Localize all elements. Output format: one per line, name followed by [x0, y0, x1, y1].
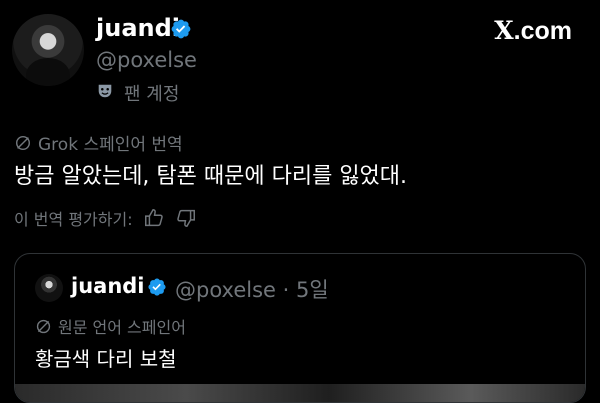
account-label-text: 팬 계정	[124, 84, 180, 105]
grok-icon	[36, 319, 51, 333]
quoted-author-name[interactable]: juandi	[71, 274, 145, 298]
translation-label-text: Grok 스페인어 번역	[38, 135, 183, 155]
translation-label[interactable]: Grok 스페인어 번역	[14, 130, 183, 155]
avatar[interactable]	[12, 14, 84, 86]
quoted-tweet[interactable]: juandi @poxelse · 5일 원문 언어 스페인어 황금색 다리 보…	[14, 253, 586, 403]
rate-label: 이 번역 평가하기:	[14, 210, 133, 229]
author-name[interactable]: juandi	[96, 14, 180, 42]
grok-icon	[15, 135, 31, 150]
rate-translation: 이 번역 평가하기:	[14, 206, 197, 230]
verified-badge-icon	[171, 19, 191, 39]
thumbs-up-icon[interactable]	[143, 207, 165, 229]
quoted-handle-time[interactable]: @poxelse · 5일	[175, 274, 329, 304]
original-language-text: 원문 언어 스페인어	[58, 318, 186, 337]
verified-badge-icon	[148, 278, 166, 296]
thumbs-down-icon[interactable]	[175, 207, 197, 229]
tweet-text: 방금 알았는데, 탐폰 때문에 다리를 잃었대.	[14, 164, 408, 189]
quoted-media[interactable]	[15, 384, 585, 402]
original-language-label: 원문 언어 스페인어	[35, 314, 186, 338]
author-handle[interactable]: @poxelse	[96, 48, 197, 72]
quoted-text: 황금색 다리 보철	[35, 347, 177, 371]
theater-mask-icon	[96, 82, 116, 105]
quoted-avatar[interactable]	[35, 274, 63, 302]
account-label: 팬 계정	[96, 80, 179, 106]
x-logo[interactable]: X.com	[494, 16, 572, 46]
